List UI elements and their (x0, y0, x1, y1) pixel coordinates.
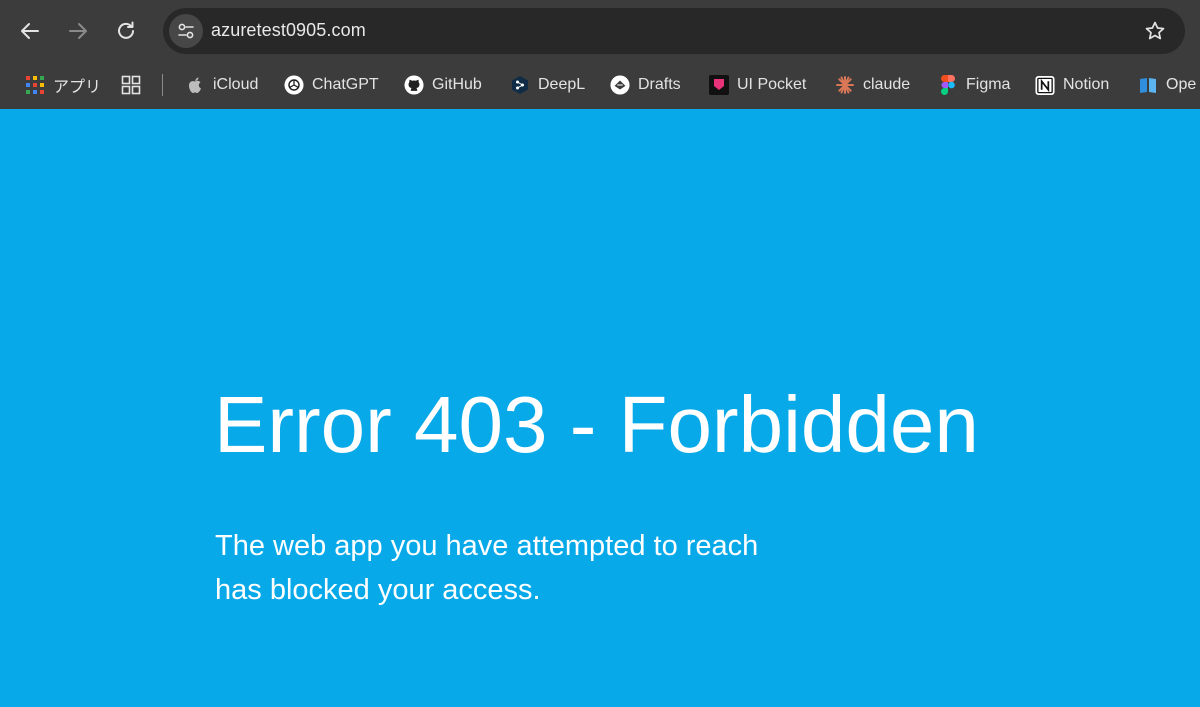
bookmark-label: claude (863, 76, 911, 93)
bookmark-label: Ope (1166, 76, 1197, 93)
error-message: The web app you have attempted to reach … (215, 530, 759, 606)
bookmark-label: GitHub (432, 76, 482, 93)
deepl-icon (510, 75, 530, 95)
bookmark-icloud[interactable]: iCloud (185, 74, 258, 96)
forward-button[interactable] (63, 16, 93, 46)
claude-icon (835, 75, 855, 95)
bookmark-apps[interactable]: アプリ (25, 74, 101, 96)
bookmark-label: ChatGPT (312, 76, 379, 93)
bookmark-ope[interactable]: Ope (1138, 74, 1196, 96)
reload-icon (118, 21, 134, 39)
figma-icon (938, 75, 958, 95)
tab-groups-icon (121, 75, 141, 95)
browser-toolbar: azuretest0905.com (0, 0, 1200, 62)
star-icon (1145, 21, 1165, 40)
tune-icon (178, 23, 194, 39)
bookmark-label: Notion (1063, 76, 1110, 93)
bookmark-label: Figma (966, 76, 1011, 93)
bookmark-chatgpt[interactable]: ChatGPT (284, 74, 379, 96)
bookmark-tab-groups[interactable] (121, 74, 149, 96)
apps-grid-icon (25, 75, 45, 95)
book-icon (1138, 75, 1158, 95)
bookmark-label: UI Pocket (737, 76, 807, 93)
bookmark-ui-pocket[interactable]: UI Pocket (709, 74, 806, 96)
ui-pocket-icon (709, 75, 729, 95)
chatgpt-icon (284, 75, 304, 95)
bookmark-label: Drafts (638, 76, 681, 93)
address-bar[interactable]: azuretest0905.com (163, 8, 1185, 54)
page-title: Error 403 - Forbidden (214, 380, 979, 469)
back-button[interactable] (15, 16, 45, 46)
bookmark-label: iCloud (213, 76, 259, 93)
notion-icon (1035, 75, 1055, 95)
bookmark-notion[interactable]: Notion (1035, 74, 1109, 96)
bookmarks-bar: アプリ iCloud ChatGPT GitHub DeepL Drafts U… (0, 62, 1200, 109)
bookmark-label: DeepL (538, 76, 586, 93)
site-info-button[interactable] (169, 14, 203, 48)
bookmark-github[interactable]: GitHub (404, 74, 482, 96)
bookmark-label: アプリ (53, 79, 102, 96)
url-text[interactable]: azuretest0905.com (211, 20, 366, 41)
github-icon (404, 75, 424, 95)
drafts-icon (610, 75, 630, 95)
page-content: Error 403 - Forbidden The web app you ha… (0, 109, 1200, 707)
bookmark-claude[interactable]: claude (835, 74, 910, 96)
apple-icon (185, 75, 205, 95)
arrow-right-icon (69, 23, 87, 39)
bookmark-drafts[interactable]: Drafts (610, 74, 681, 96)
reload-button[interactable] (111, 16, 141, 46)
browser-chrome: azuretest0905.com アプリ iCloud ChatGPT Git… (0, 0, 1200, 109)
bookmarks-separator (162, 74, 163, 96)
bookmark-figma[interactable]: Figma (938, 74, 1010, 96)
bookmark-star-button[interactable] (1143, 19, 1167, 43)
arrow-left-icon (21, 23, 39, 39)
bookmark-deepl[interactable]: DeepL (510, 74, 585, 96)
